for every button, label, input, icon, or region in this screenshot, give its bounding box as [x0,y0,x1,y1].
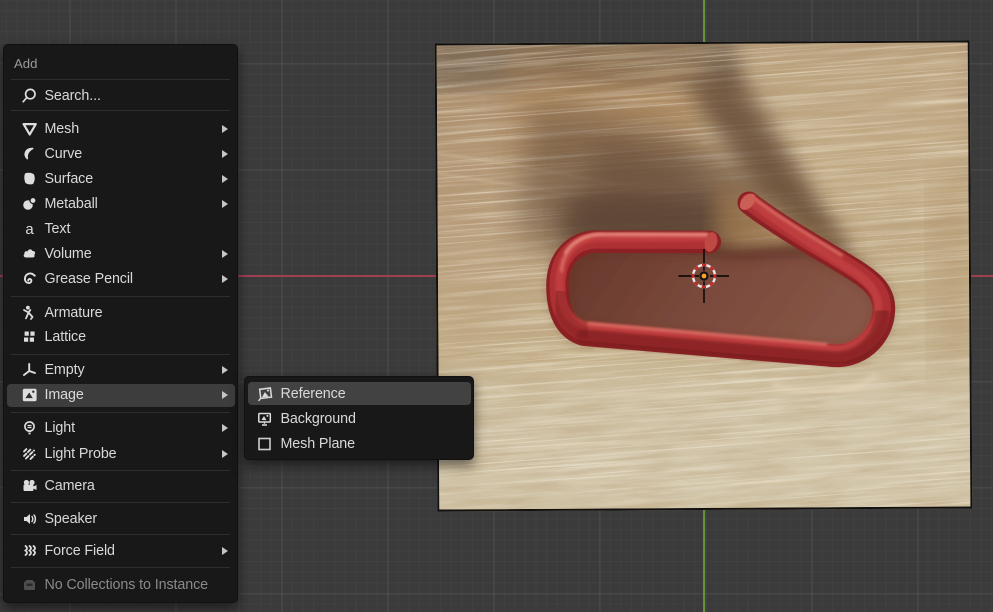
svg-text:a: a [25,221,34,238]
